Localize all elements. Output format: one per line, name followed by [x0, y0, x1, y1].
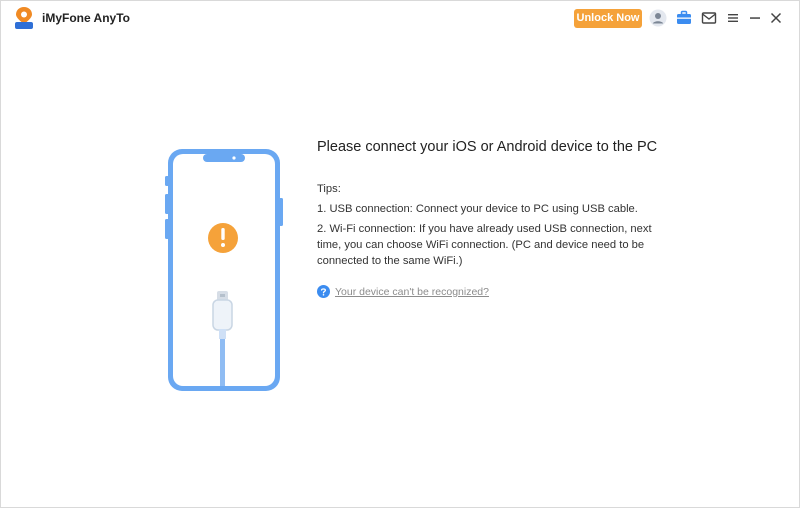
mail-icon[interactable]: [700, 9, 718, 27]
toolbox-icon[interactable]: [675, 9, 693, 27]
connect-device-heading: Please connect your iOS or Android devic…: [317, 139, 658, 155]
account-icon[interactable]: [649, 9, 667, 27]
tip-wifi: 2. Wi-Fi connection: If you have already…: [317, 223, 652, 267]
close-icon[interactable]: [767, 9, 785, 27]
title-bar: iMyFone AnyTo Unlock Now: [1, 1, 799, 35]
device-not-recognized-link[interactable]: Your device can't be recognized?: [335, 286, 489, 298]
phone-illustration: [165, 149, 283, 391]
tips-title: Tips:: [317, 183, 341, 195]
question-icon[interactable]: [317, 285, 330, 298]
menu-icon[interactable]: [724, 9, 742, 27]
tips-section: Tips: 1. USB connection: Connect your de…: [317, 181, 657, 273]
minimize-icon[interactable]: [746, 9, 764, 27]
device-not-recognized-help[interactable]: Your device can't be recognized?: [317, 285, 489, 298]
app-window: iMyFone AnyTo Unlock Now Please connect …: [0, 0, 800, 508]
app-title: iMyFone AnyTo: [42, 11, 130, 25]
tip-usb: 1. USB connection: Connect your device t…: [317, 203, 638, 215]
unlock-now-button[interactable]: Unlock Now: [574, 9, 642, 28]
app-logo-icon: [15, 7, 33, 29]
